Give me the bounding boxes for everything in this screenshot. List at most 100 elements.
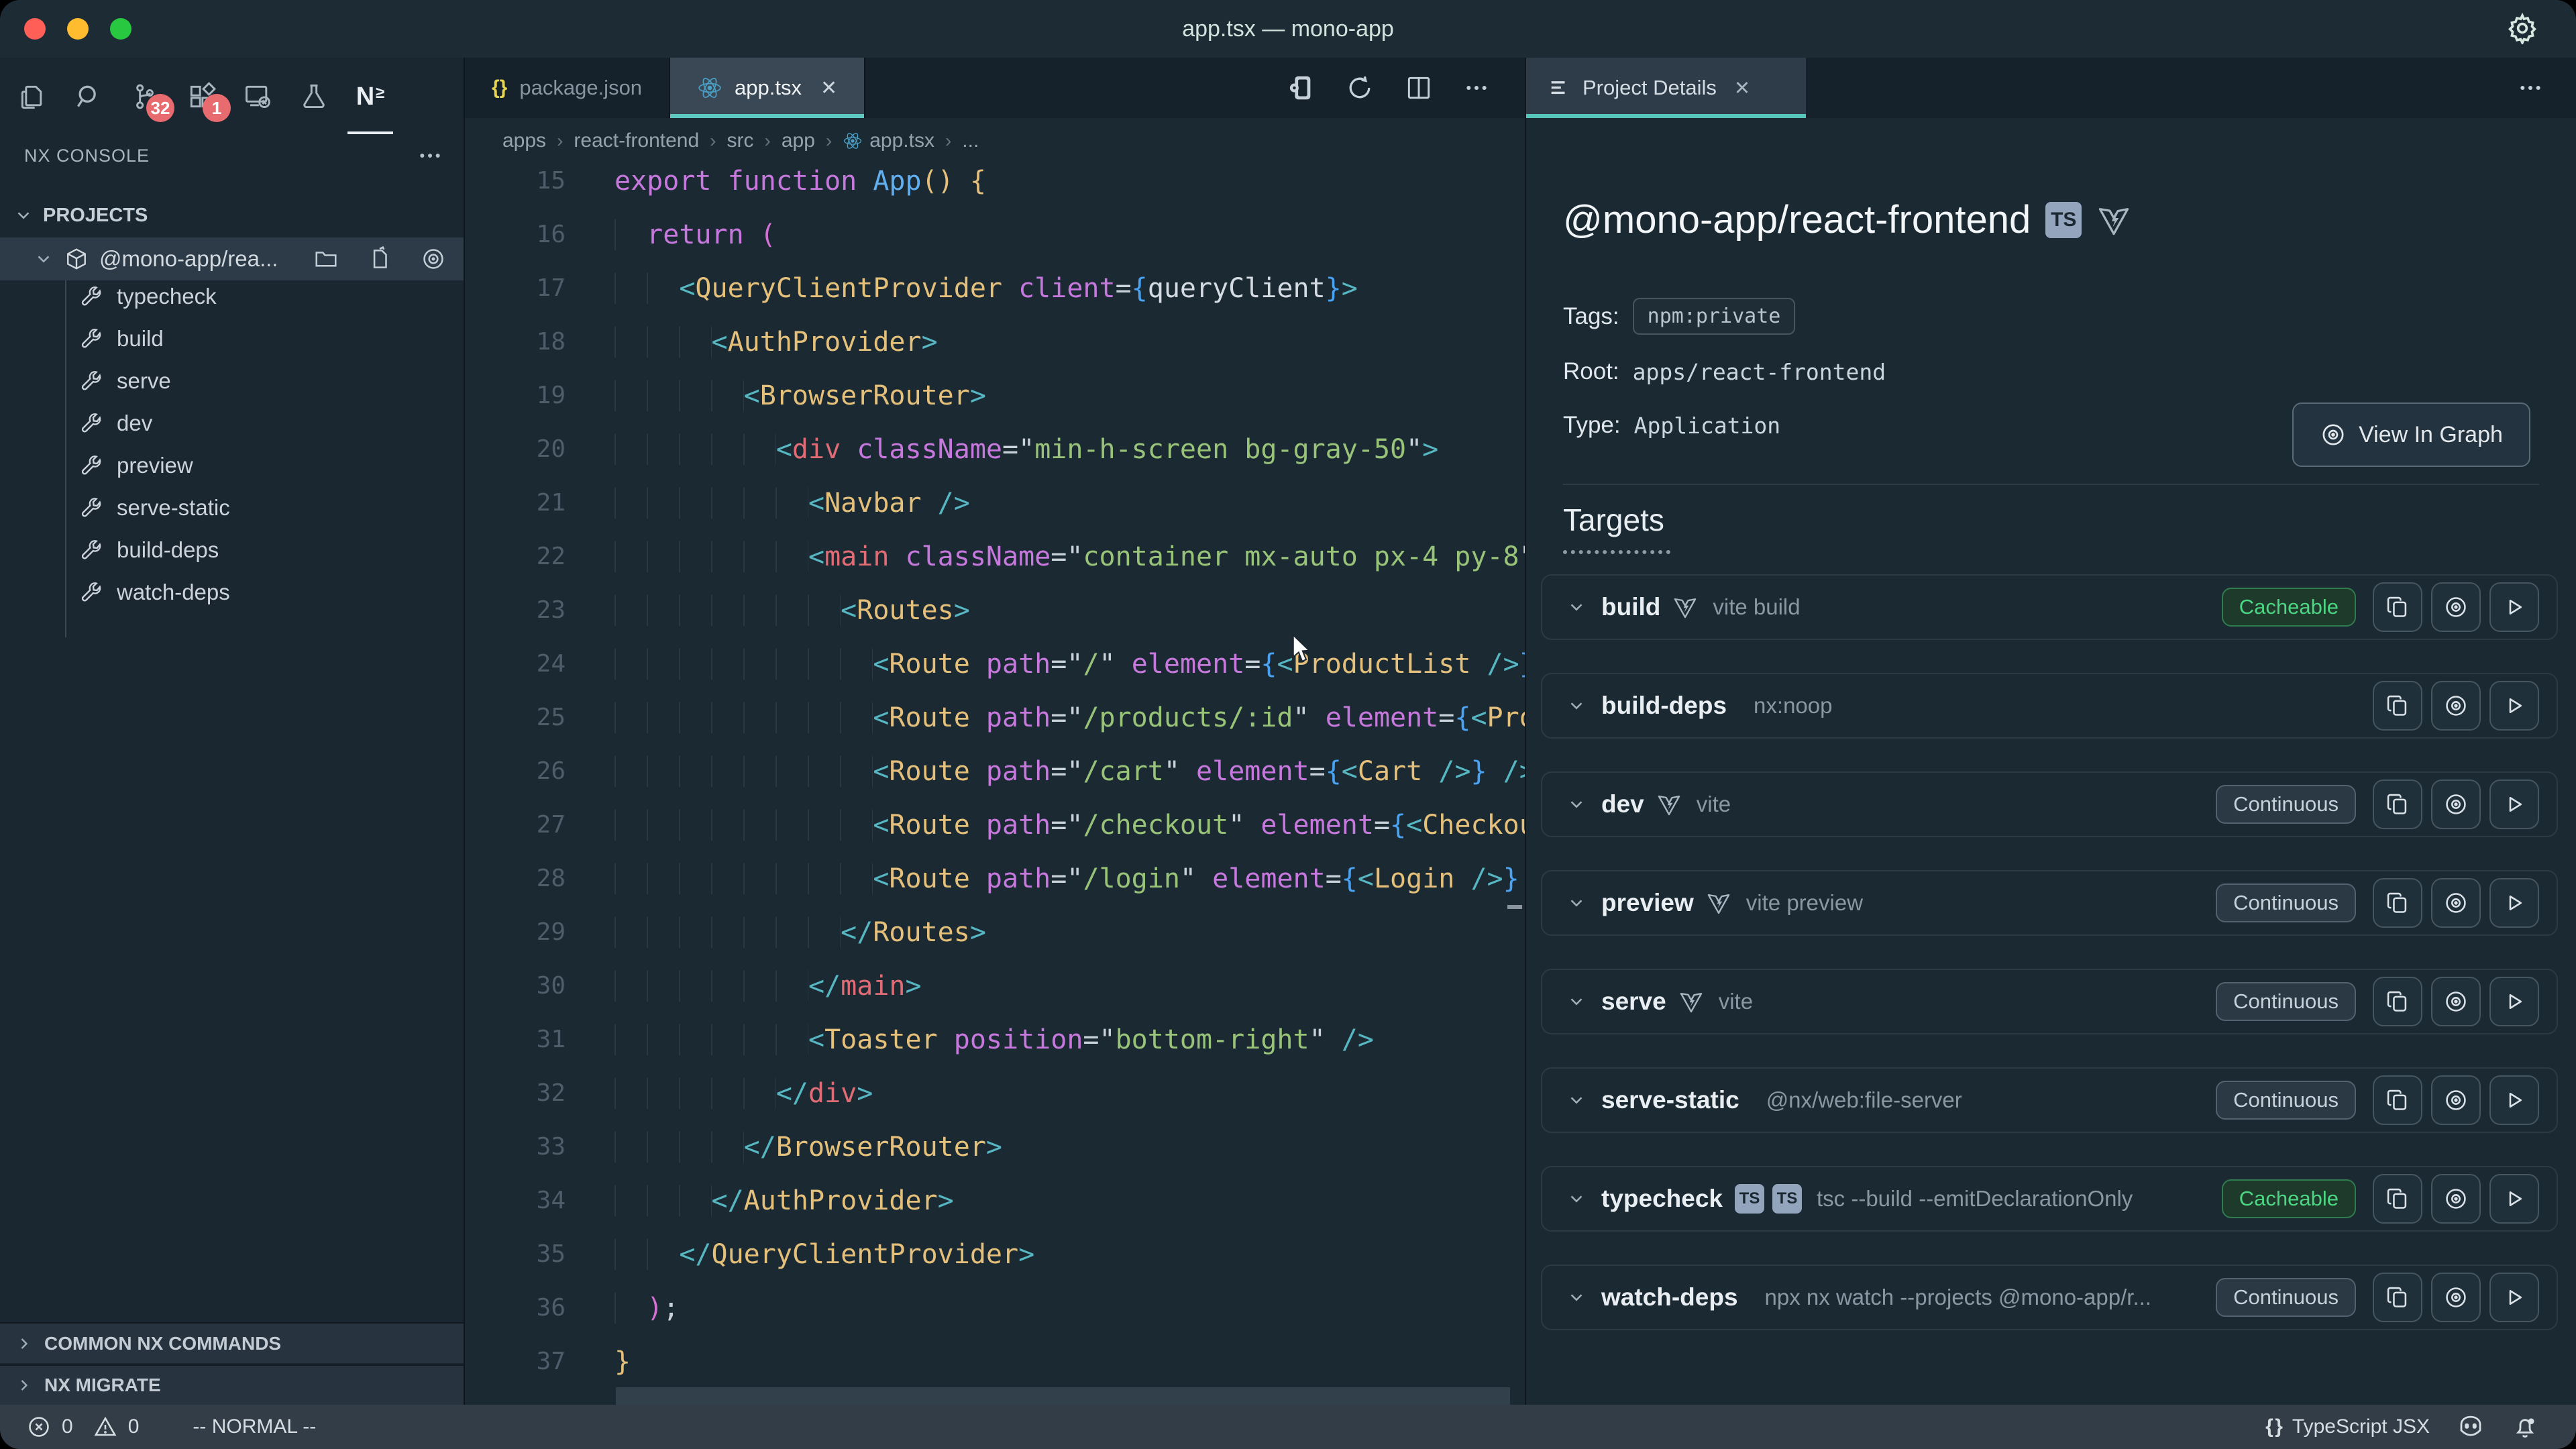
tab-project-details[interactable]: Project Details ✕ bbox=[1526, 58, 1806, 118]
inspect-button[interactable] bbox=[2431, 780, 2481, 829]
code-line[interactable]: 30 </main> bbox=[465, 959, 1525, 1013]
target-card[interactable]: serve-static @nx/web:file-server Continu… bbox=[1541, 1067, 2558, 1133]
code-editor[interactable]: 15export function App() {16 return (17 <… bbox=[465, 154, 1525, 1405]
panel-more-actions-icon[interactable] bbox=[2517, 74, 2576, 101]
copy-button[interactable] bbox=[2373, 780, 2422, 829]
chevron-down-icon[interactable] bbox=[1566, 893, 1587, 913]
run-target-button[interactable] bbox=[2489, 582, 2539, 632]
run-target-button[interactable] bbox=[2489, 780, 2539, 829]
notifications-bell-icon[interactable] bbox=[2512, 1413, 2538, 1440]
code-line[interactable]: 24 <Route path="/" element={<ProductList… bbox=[465, 637, 1525, 691]
chevron-down-icon[interactable] bbox=[1566, 1287, 1587, 1307]
inspect-button[interactable] bbox=[2431, 582, 2481, 632]
chevron-down-icon[interactable] bbox=[1566, 696, 1587, 716]
sidebar-target-item[interactable]: watch-deps bbox=[0, 571, 464, 613]
breadcrumb-item[interactable]: src bbox=[727, 129, 754, 152]
split-editor-icon[interactable] bbox=[1404, 73, 1434, 103]
run-target-button[interactable] bbox=[2489, 1273, 2539, 1322]
inspect-button[interactable] bbox=[2431, 1273, 2481, 1322]
sidebar-more-actions-icon[interactable] bbox=[417, 142, 443, 169]
projects-section-header[interactable]: PROJECTS bbox=[0, 195, 464, 235]
focus-target-icon[interactable] bbox=[421, 246, 446, 272]
error-count[interactable]: 0 bbox=[62, 1415, 73, 1438]
code-line[interactable]: 29 </Routes> bbox=[465, 906, 1525, 959]
code-line[interactable]: 28 <Route path="/login" element={<Login … bbox=[465, 852, 1525, 906]
common-nx-commands-section[interactable]: COMMON NX COMMANDS bbox=[0, 1322, 464, 1363]
copy-button[interactable] bbox=[2373, 582, 2422, 632]
target-card[interactable]: watch-deps npx nx watch --projects @mono… bbox=[1541, 1265, 2558, 1330]
breadcrumb-item[interactable]: app.tsx bbox=[843, 129, 934, 152]
copy-button[interactable] bbox=[2373, 1273, 2422, 1322]
sidebar-target-item[interactable]: serve-static bbox=[0, 486, 464, 529]
tab-app-tsx[interactable]: app.tsx ✕ bbox=[670, 58, 865, 118]
extensions-icon[interactable]: 1 bbox=[185, 80, 217, 113]
copy-button[interactable] bbox=[2373, 977, 2422, 1026]
nx-console-icon[interactable]: N≥ bbox=[354, 80, 386, 113]
open-project-details-icon[interactable] bbox=[1285, 72, 1316, 103]
project-tree-item[interactable]: @mono-app/rea... bbox=[0, 237, 464, 280]
copy-button[interactable] bbox=[2373, 681, 2422, 731]
target-card[interactable]: build vite build Cacheable bbox=[1541, 574, 2558, 640]
chevron-down-icon[interactable] bbox=[1566, 794, 1587, 814]
open-config-file-icon[interactable] bbox=[367, 246, 392, 272]
target-card[interactable]: build-deps nx:noop bbox=[1541, 673, 2558, 739]
code-line[interactable]: 16 return ( bbox=[465, 208, 1525, 262]
code-line[interactable]: 35 </QueryClientProvider> bbox=[465, 1228, 1525, 1281]
errors-icon[interactable] bbox=[27, 1415, 51, 1439]
code-line[interactable]: 17 <QueryClientProvider client={queryCli… bbox=[465, 262, 1525, 315]
code-line[interactable]: 32 </div> bbox=[465, 1067, 1525, 1120]
code-line[interactable]: 31 <Toaster position="bottom-right" /> bbox=[465, 1013, 1525, 1067]
inspect-button[interactable] bbox=[2431, 681, 2481, 731]
sidebar-target-item[interactable]: preview bbox=[0, 444, 464, 486]
code-line[interactable]: 23 <Routes> bbox=[465, 584, 1525, 637]
code-line[interactable]: 25 <Route path="/products/:id" element={… bbox=[465, 691, 1525, 745]
sidebar-target-item[interactable]: build-deps bbox=[0, 529, 464, 571]
copy-button[interactable] bbox=[2373, 1075, 2422, 1125]
code-line[interactable]: 26 <Route path="/cart" element={<Cart />… bbox=[465, 745, 1525, 798]
run-target-button[interactable] bbox=[2489, 977, 2539, 1026]
code-line[interactable]: 27 <Route path="/checkout" element={<Che… bbox=[465, 798, 1525, 852]
code-line[interactable]: 22 <main className="container mx-auto px… bbox=[465, 530, 1525, 584]
code-line[interactable]: 37} bbox=[465, 1335, 1525, 1389]
code-line[interactable]: 33 </BrowserRouter> bbox=[465, 1120, 1525, 1174]
copy-button[interactable] bbox=[2373, 878, 2422, 928]
chevron-down-icon[interactable] bbox=[1566, 1189, 1587, 1209]
breadcrumb-item[interactable]: apps bbox=[502, 129, 546, 152]
run-target-button[interactable] bbox=[2489, 878, 2539, 928]
code-line[interactable]: 36 ); bbox=[465, 1281, 1525, 1335]
horizontal-scrollbar[interactable] bbox=[616, 1387, 1510, 1405]
inspect-button[interactable] bbox=[2431, 878, 2481, 928]
view-in-graph-button[interactable]: View In Graph bbox=[2292, 402, 2530, 467]
vim-mode-indicator[interactable]: -- NORMAL -- bbox=[193, 1415, 316, 1438]
settings-gear-icon[interactable] bbox=[2506, 12, 2538, 44]
nx-migrate-section[interactable]: NX MIGRATE bbox=[0, 1364, 464, 1405]
warning-count[interactable]: 0 bbox=[128, 1415, 140, 1438]
refresh-icon[interactable] bbox=[1345, 73, 1375, 103]
inspect-button[interactable] bbox=[2431, 1174, 2481, 1224]
search-icon[interactable] bbox=[72, 80, 105, 113]
run-target-button[interactable] bbox=[2489, 681, 2539, 731]
inspect-button[interactable] bbox=[2431, 977, 2481, 1026]
close-tab-icon[interactable]: ✕ bbox=[820, 76, 837, 100]
sidebar-target-item[interactable]: dev bbox=[0, 402, 464, 444]
target-card[interactable]: typecheck TS TS tsc --build --emitDeclar… bbox=[1541, 1166, 2558, 1232]
more-actions-icon[interactable] bbox=[1463, 74, 1490, 101]
sidebar-target-item[interactable]: serve bbox=[0, 360, 464, 402]
code-line[interactable]: 15export function App() { bbox=[465, 154, 1525, 208]
language-mode[interactable]: { } TypeScript JSX bbox=[2265, 1415, 2430, 1438]
chevron-down-icon[interactable] bbox=[1566, 597, 1587, 617]
chevron-down-icon[interactable] bbox=[1566, 1090, 1587, 1110]
inspect-button[interactable] bbox=[2431, 1075, 2481, 1125]
target-card[interactable]: preview vite preview Continuous bbox=[1541, 870, 2558, 936]
tab-package-json[interactable]: {} package.json bbox=[465, 58, 670, 118]
copilot-icon[interactable] bbox=[2457, 1413, 2485, 1441]
run-target-button[interactable] bbox=[2489, 1075, 2539, 1125]
sidebar-target-item[interactable]: typecheck bbox=[0, 275, 464, 317]
code-line[interactable]: 20 <div className="min-h-screen bg-gray-… bbox=[465, 423, 1525, 476]
close-tab-icon[interactable]: ✕ bbox=[1734, 76, 1750, 100]
source-control-icon[interactable]: 32 bbox=[129, 80, 161, 113]
open-folder-icon[interactable] bbox=[313, 246, 339, 272]
breadcrumb-item[interactable]: app bbox=[782, 129, 815, 152]
code-line[interactable]: 19 <BrowserRouter> bbox=[465, 369, 1525, 423]
sidebar-target-item[interactable]: build bbox=[0, 317, 464, 360]
